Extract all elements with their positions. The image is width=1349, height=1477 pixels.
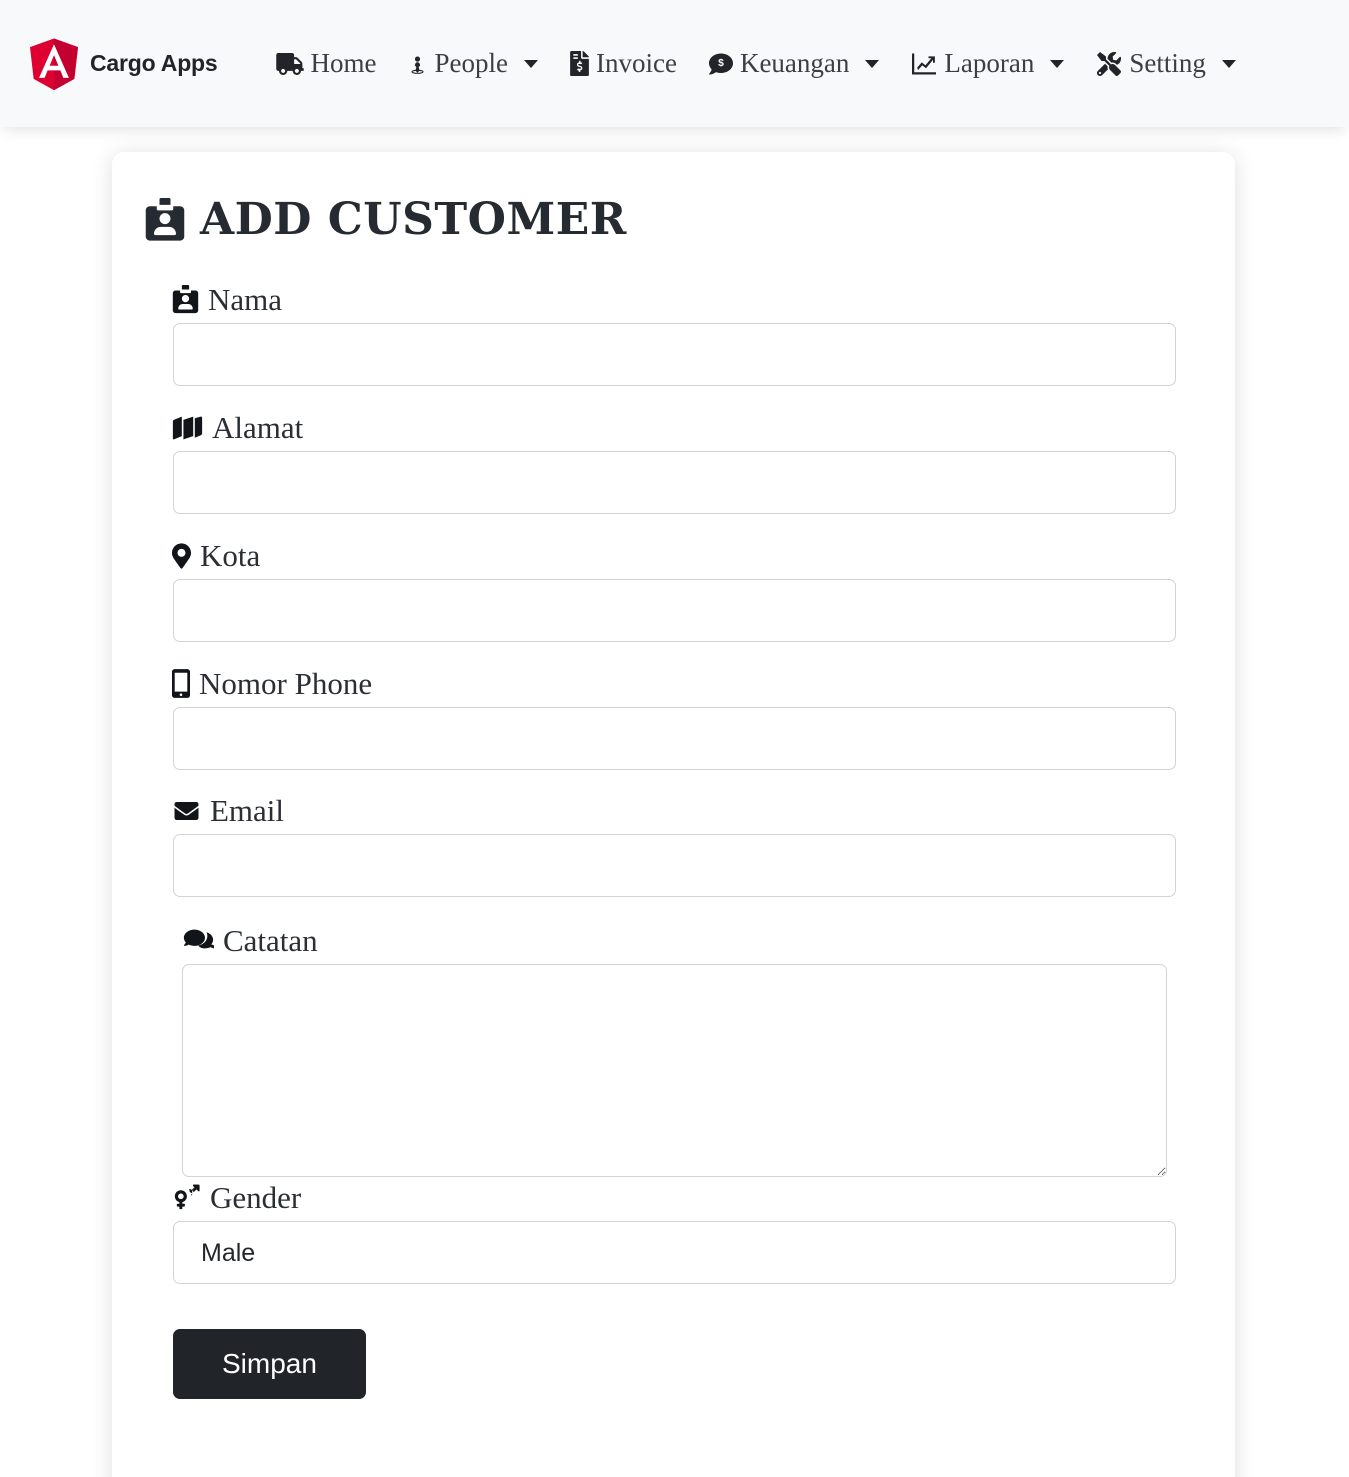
angular-shield-logo-icon	[30, 38, 78, 90]
top-navbar: Cargo Apps Home People Invoice $ Keuanga…	[0, 0, 1349, 127]
tools-icon	[1096, 51, 1122, 76]
add-customer-form: Nama Alamat Kota Nomor Phone Email Catat…	[112, 284, 1235, 1399]
chevron-down-icon	[1050, 59, 1065, 68]
envelope-icon	[172, 799, 201, 823]
nav-label-home: Home	[310, 48, 377, 78]
nav-item-setting[interactable]: Setting	[1080, 44, 1252, 83]
label-email-text: Email	[210, 793, 285, 828]
label-kota-text: Kota	[200, 538, 261, 573]
nomor-phone-input[interactable]	[173, 707, 1176, 770]
nav-link-keuangan[interactable]: $ Keuangan	[693, 44, 895, 83]
svg-text:$: $	[718, 58, 724, 69]
field-kota: Kota	[112, 540, 1235, 642]
nav-link-laporan[interactable]: Laporan	[895, 44, 1080, 83]
field-gender: Gender Male Female	[112, 1182, 1235, 1284]
alamat-input[interactable]	[173, 451, 1176, 514]
catatan-textarea[interactable]	[182, 964, 1167, 1177]
brand-link[interactable]: Cargo Apps	[30, 38, 218, 90]
label-nama: Nama	[172, 284, 1235, 315]
simpan-button[interactable]: Simpan	[173, 1329, 366, 1399]
user-tie-icon	[408, 52, 427, 76]
nav-link-setting[interactable]: Setting	[1080, 44, 1252, 83]
chevron-down-icon	[1221, 59, 1236, 68]
truck-icon	[275, 52, 304, 75]
nav-label-invoice: Invoice	[595, 48, 677, 78]
field-catatan: Catatan	[112, 925, 1235, 1177]
kota-input[interactable]	[173, 579, 1176, 642]
nav-label-setting: Setting	[1129, 48, 1206, 78]
mobile-icon	[172, 669, 190, 698]
label-nama-text: Nama	[208, 282, 283, 317]
nav-item-invoice[interactable]: Invoice	[554, 44, 693, 83]
field-nomor-phone: Nomor Phone	[112, 668, 1235, 770]
field-email: Email	[112, 795, 1235, 897]
label-alamat: Alamat	[172, 412, 1235, 443]
nav-menu: Home People Invoice $ Keuangan Laporan S…	[260, 44, 1252, 83]
nama-input[interactable]	[173, 323, 1176, 386]
page-title: ADD CUSTOMER	[144, 198, 1235, 242]
label-catatan-text: Catatan	[223, 923, 318, 958]
venus-mars-icon	[172, 1184, 201, 1211]
comments-icon	[183, 928, 214, 954]
label-nomor-phone-text: Nomor Phone	[199, 666, 373, 701]
email-input[interactable]	[173, 834, 1176, 897]
nav-item-keuangan[interactable]: $ Keuangan	[693, 44, 895, 83]
label-kota: Kota	[172, 540, 1235, 571]
id-badge-icon	[144, 198, 186, 242]
label-email: Email	[172, 795, 1235, 826]
nav-link-people[interactable]: People	[392, 44, 554, 83]
label-gender-text: Gender	[210, 1180, 302, 1215]
money-bubble-icon: $	[708, 52, 733, 76]
nav-label-people: People	[434, 48, 508, 78]
brand-title: Cargo Apps	[90, 50, 218, 76]
chart-line-icon	[911, 52, 937, 76]
nav-label-keuangan: Keuangan	[739, 48, 850, 78]
label-alamat-text: Alamat	[212, 410, 304, 445]
gender-select[interactable]: Male Female	[173, 1221, 1176, 1284]
nav-label-laporan: Laporan	[944, 48, 1035, 78]
chevron-down-icon	[865, 59, 880, 68]
chevron-down-icon	[523, 59, 538, 68]
label-gender: Gender	[172, 1182, 1235, 1213]
nav-link-invoice[interactable]: Invoice	[554, 44, 693, 83]
file-invoice-dollar-icon	[570, 51, 589, 76]
field-alamat: Alamat	[112, 412, 1235, 514]
map-marker-icon	[172, 542, 191, 570]
map-icon	[172, 415, 203, 441]
nav-link-home[interactable]: Home	[260, 44, 393, 83]
page-body: ADD CUSTOMER Nama Alamat Kota Nomor Phon…	[0, 127, 1349, 1477]
page-title-text: ADD CUSTOMER	[200, 194, 627, 245]
add-customer-card: ADD CUSTOMER Nama Alamat Kota Nomor Phon…	[112, 152, 1235, 1477]
field-nama: Nama	[112, 284, 1235, 386]
label-catatan: Catatan	[183, 925, 1235, 956]
nav-item-laporan[interactable]: Laporan	[895, 44, 1080, 83]
id-badge-icon	[172, 285, 199, 314]
nav-item-home[interactable]: Home	[260, 44, 393, 83]
label-nomor-phone: Nomor Phone	[172, 668, 1235, 699]
nav-item-people[interactable]: People	[392, 44, 554, 83]
